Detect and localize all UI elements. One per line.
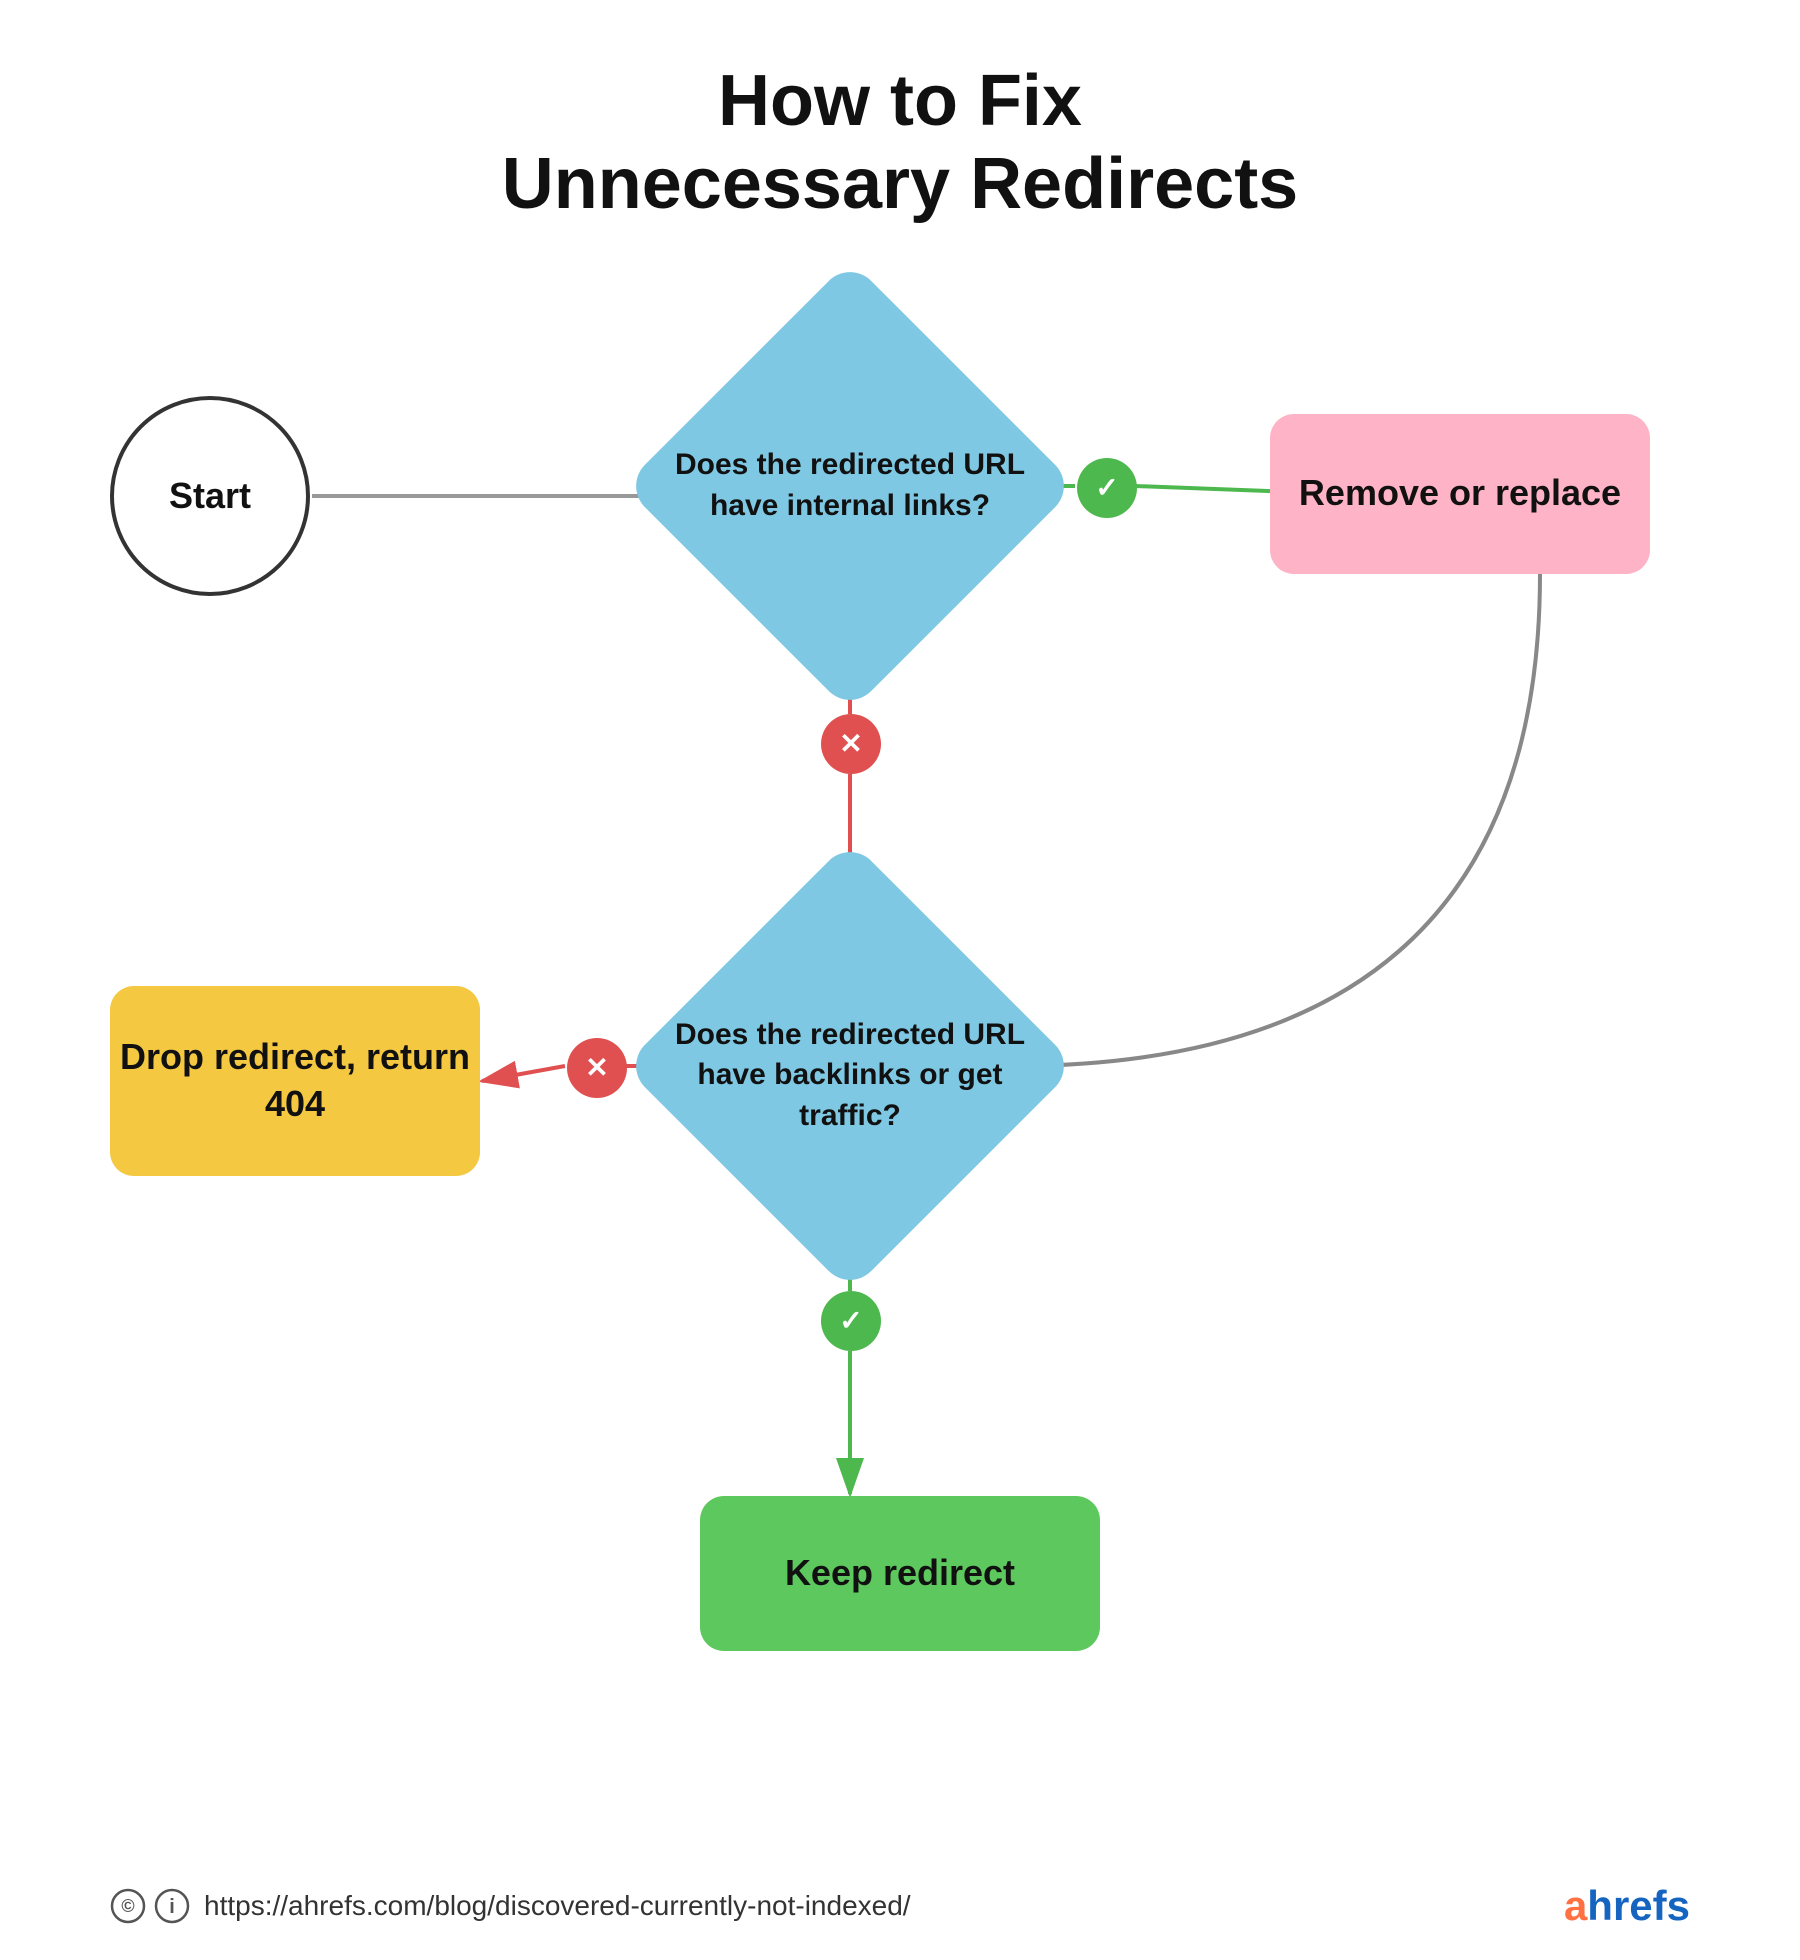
diamond-1-label: Does the redirected URL have internal li… [660,346,1040,626]
info-icon: i [154,1888,190,1924]
svg-text:©: © [121,1896,134,1916]
drop-redirect-box: Drop redirect, return 404 [110,986,480,1176]
footer-left: © i https://ahrefs.com/blog/discovered-c… [110,1888,911,1924]
yes-connector-1: ✓ [1077,458,1137,518]
main-container: How to Fix Unnecessary Redirects [0,0,1800,1960]
ahrefs-logo: ahrefs [1564,1882,1690,1930]
page-title: How to Fix Unnecessary Redirects [502,60,1298,226]
keep-redirect-box: Keep redirect [700,1496,1100,1651]
start-node: Start [110,396,310,596]
diagram-area: Start Does the redirected URL have inter… [50,266,1750,1866]
yes-connector-2: ✓ [821,1291,881,1351]
cc-icon: © [110,1888,146,1924]
svg-text:i: i [169,1896,175,1918]
diamond-2-label: Does the redirected URL have backlinks o… [650,921,1050,1231]
footer-icons: © i [110,1888,190,1924]
footer-url: https://ahrefs.com/blog/discovered-curre… [204,1890,911,1922]
no-connector-2: ✕ [567,1038,627,1098]
footer: © i https://ahrefs.com/blog/discovered-c… [50,1882,1750,1930]
no-connector-1: ✕ [821,714,881,774]
remove-replace-box: Remove or replace [1270,414,1650,574]
